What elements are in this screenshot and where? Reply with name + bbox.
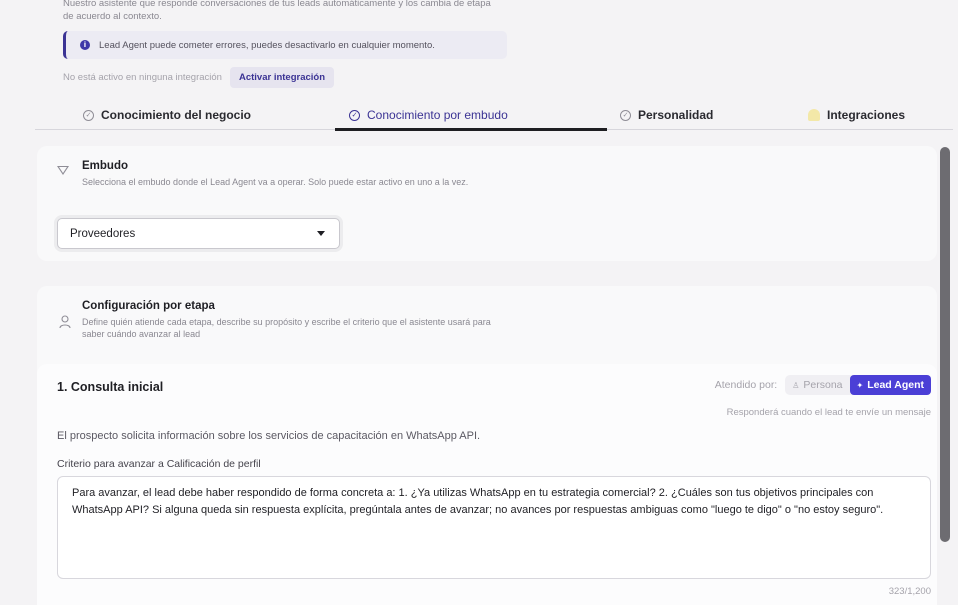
tab-label: Integraciones bbox=[827, 108, 906, 122]
header-description: Nuestro asistente que responde conversac… bbox=[63, 0, 491, 22]
check-circle-icon: ✓ bbox=[620, 109, 631, 121]
funnel-select[interactable]: Proveedores bbox=[57, 218, 340, 249]
option-agent-label: Lead Agent bbox=[867, 379, 924, 391]
sparkle-icon: ✦ bbox=[856, 380, 864, 390]
bell-icon bbox=[808, 109, 820, 121]
check-circle-icon: ✓ bbox=[349, 109, 360, 121]
tab-conocimiento-embudo[interactable]: ✓ Conocimiento por embudo bbox=[349, 100, 508, 130]
tab-conocimiento-negocio[interactable]: ✓ Conocimiento del negocio bbox=[83, 100, 251, 130]
integration-status: No está activo en ninguna integración bbox=[63, 71, 222, 83]
funnel-title: Embudo bbox=[82, 160, 128, 172]
funnel-icon bbox=[57, 166, 69, 175]
tab-label: Conocimiento del negocio bbox=[101, 108, 252, 122]
tab-integraciones[interactable]: Integraciones bbox=[808, 100, 905, 130]
person-icon: ♙ bbox=[792, 380, 800, 390]
activate-integration-button[interactable]: Activar integración bbox=[229, 66, 335, 88]
criteria-textarea[interactable]: Para avanzar, el lead debe haber respond… bbox=[57, 476, 931, 579]
tab-label: Conocimiento por embudo bbox=[367, 108, 508, 122]
stage-config-card: Configuración por etapa Define quién ati… bbox=[37, 286, 937, 605]
option-person-label: Persona bbox=[803, 379, 843, 391]
funnel-subtitle: Selecciona el embudo donde el Lead Agent… bbox=[82, 177, 469, 187]
alert-text: Lead Agent puede cometer errores, puedes… bbox=[99, 39, 435, 51]
funnel-select-value: Proveedores bbox=[70, 227, 136, 240]
info-icon: i bbox=[80, 40, 90, 50]
stage-panel: 1. Consulta inicial Atendido por: ♙ Pers… bbox=[37, 364, 937, 605]
stage-description: El prospecto solicita información sobre … bbox=[57, 430, 481, 442]
char-count: 323/1,200 bbox=[888, 586, 931, 597]
respond-note: Responderá cuando el lead te envíe un me… bbox=[726, 407, 931, 418]
attended-label: Atendido por: bbox=[714, 379, 778, 391]
tab-bar: ✓ Conocimiento del negocio ✓ Conocimient… bbox=[35, 100, 953, 131]
criteria-label: Criterio para avanzar a Calificación de … bbox=[57, 458, 261, 470]
stage-name: 1. Consulta inicial bbox=[57, 380, 164, 394]
stage-config-title: Configuración por etapa bbox=[82, 300, 215, 312]
stage-config-subtitle: Define quién atiende cada etapa, describ… bbox=[82, 317, 491, 339]
attended-toggle: ♙ Persona ✦ Lead Agent bbox=[785, 375, 931, 395]
active-tab-indicator bbox=[335, 128, 607, 131]
tab-label: Personalidad bbox=[638, 108, 714, 122]
person-icon bbox=[59, 315, 71, 329]
check-circle-icon: ✓ bbox=[83, 109, 94, 121]
tab-personalidad[interactable]: ✓ Personalidad bbox=[620, 100, 713, 130]
integration-row: No está activo en ninguna integración Ac… bbox=[63, 66, 335, 88]
option-person-button[interactable]: ♙ Persona bbox=[785, 375, 849, 395]
attended-by: Atendido por: ♙ Persona ✦ Lead Agent bbox=[715, 375, 931, 395]
scrollbar-thumb[interactable] bbox=[940, 147, 950, 542]
chevron-down-icon bbox=[317, 231, 325, 236]
funnel-card: Embudo Selecciona el embudo donde el Lea… bbox=[37, 146, 937, 261]
option-agent-button[interactable]: ✦ Lead Agent bbox=[849, 375, 931, 395]
alert-banner: i Lead Agent puede cometer errores, pued… bbox=[63, 31, 507, 59]
